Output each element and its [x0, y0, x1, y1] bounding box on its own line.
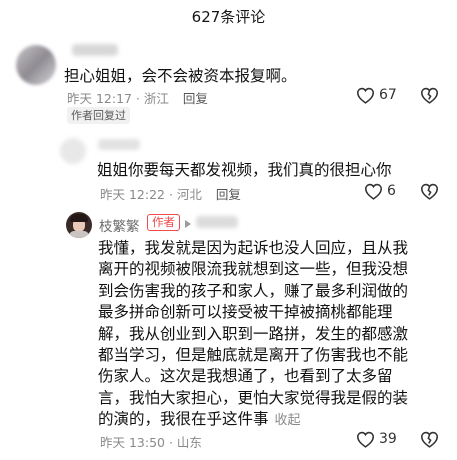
avatar[interactable]	[60, 138, 86, 164]
comment-meta: 昨天 12:17 · 浙江 回复	[67, 88, 208, 107]
text-line: 都当学习，但是触底就是离开了伤害我也不能	[98, 346, 409, 365]
text-line-last: 的演的，我很在乎这件事 收起	[98, 409, 408, 431]
dislike-icon[interactable]	[420, 431, 439, 448]
comment-count-title: 627条评论	[191, 8, 266, 26]
collapse-button[interactable]: 收起	[275, 413, 301, 428]
username-blurred[interactable]	[98, 139, 140, 150]
reply-target-blurred[interactable]	[196, 216, 238, 228]
heart-icon[interactable]	[364, 183, 383, 200]
comment-meta: 昨天 13:50 · 山东	[100, 432, 202, 451]
text-line: 到会伤害我的孩子和家人，赚了最多利润做的	[98, 281, 409, 300]
comment-text: 担心姐姐，会不会被资本报复啊。	[64, 67, 297, 85]
dislike-icon[interactable]	[420, 183, 439, 200]
text-line: 离开的视频被限流我就想到这一些，但我没想	[98, 260, 409, 279]
author-name[interactable]: 枝繁繁	[99, 215, 140, 235]
reply-button[interactable]: 回复	[183, 91, 208, 106]
comment-time-location: 昨天 12:17 · 浙江	[67, 91, 169, 106]
username-blurred[interactable]	[72, 44, 118, 56]
like-count: 67	[379, 87, 397, 103]
comment-time-location: 昨天 12:22 · 河北	[100, 187, 202, 202]
author-tag: 作者	[147, 214, 180, 231]
text-line: 我懂，我发就是因为起诉也没人回应，且从我	[98, 239, 409, 257]
author-replied-badge: 作者回复过	[67, 107, 130, 124]
heart-icon[interactable]	[356, 431, 375, 448]
author-avatar[interactable]	[66, 212, 92, 238]
reply-button[interactable]: 回复	[216, 187, 241, 202]
comment-meta: 昨天 12:22 · 河北 回复	[100, 184, 241, 203]
text-line: 的演的，我很在乎这件事	[98, 410, 269, 429]
heart-icon[interactable]	[356, 87, 375, 104]
like-count: 39	[379, 431, 397, 447]
comment-time-location: 昨天 13:50 · 山东	[100, 435, 202, 450]
author-reply-text: 我懂，我发就是因为起诉也没人回应，且从我 离开的视频被限流我就想到这一些，但我没…	[98, 238, 408, 432]
text-line: 言，我怕大家担心，更怕大家觉得我是假的装	[98, 388, 409, 407]
like-count: 6	[387, 183, 396, 199]
dislike-icon[interactable]	[420, 87, 439, 104]
text-line: 最多拼命创新可以接受被干掉被摘桃都能理	[98, 303, 393, 322]
comment-text: 姐姐你要每天都发视频，我们真的很担心你	[97, 161, 392, 179]
avatar[interactable]	[16, 45, 56, 85]
reply-arrow-icon	[184, 219, 192, 229]
text-line: 伤家人。这次是我想通了，也看到了太多留	[98, 367, 393, 386]
text-line: 解，我从创业到入职到一路拼，发生的都感激	[98, 324, 409, 343]
